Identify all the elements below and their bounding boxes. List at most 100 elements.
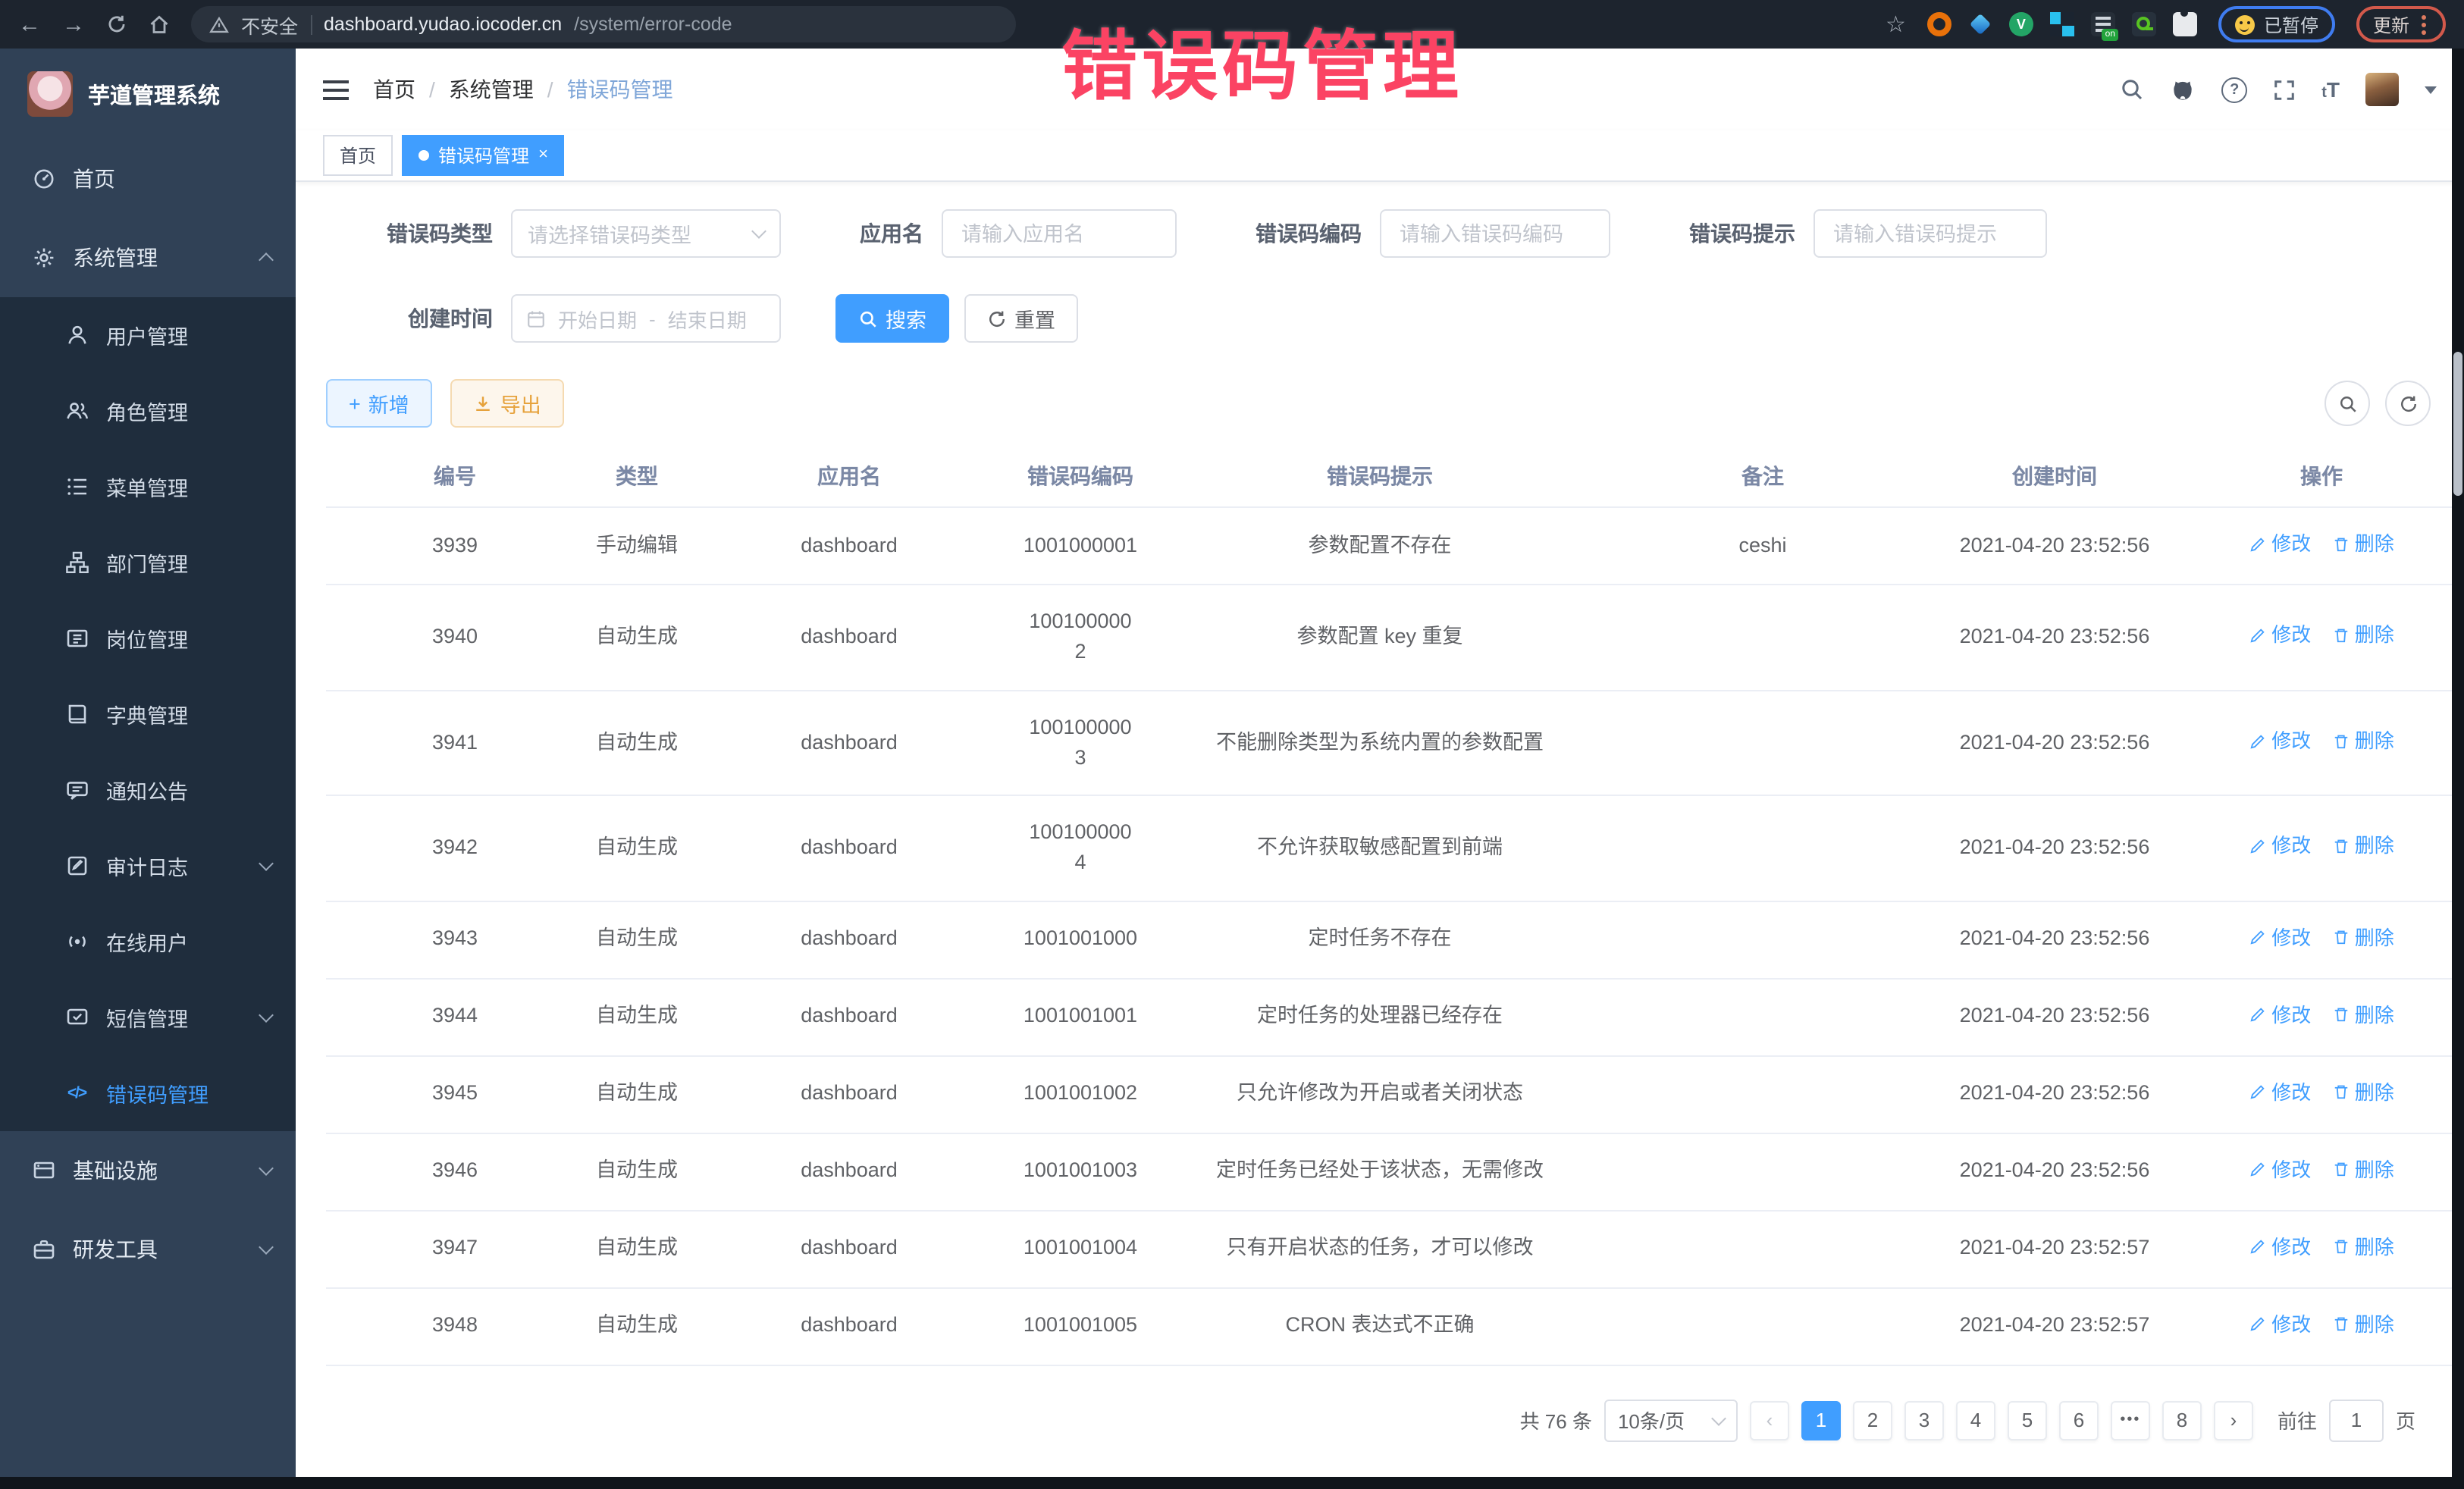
- next-page-button[interactable]: ›: [2214, 1400, 2253, 1440]
- reset-button[interactable]: 重置: [964, 294, 1078, 343]
- delete-link[interactable]: 删除: [2332, 726, 2394, 756]
- delete-link[interactable]: 删除: [2332, 529, 2394, 559]
- page-button[interactable]: 8: [2162, 1400, 2202, 1440]
- sidebar-item-online-users[interactable]: 在线用户: [0, 904, 296, 980]
- extension-icon[interactable]: on: [2091, 12, 2115, 36]
- sidebar-item-label: 部门管理: [106, 547, 188, 578]
- delete-link[interactable]: 删除: [2332, 923, 2394, 952]
- menu-dots-icon[interactable]: [2422, 22, 2426, 27]
- browser-update-button[interactable]: 更新: [2356, 6, 2446, 42]
- edit-link[interactable]: 修改: [2249, 1309, 2311, 1339]
- export-button[interactable]: 导出: [450, 379, 564, 428]
- bookmark-star-icon[interactable]: ☆: [1886, 11, 1906, 38]
- edit-link[interactable]: 修改: [2249, 1232, 2311, 1262]
- sidebar-item-departments[interactable]: 部门管理: [0, 525, 296, 600]
- edit-link[interactable]: 修改: [2249, 1000, 2311, 1030]
- sidebar-item-infrastructure[interactable]: 基础设施: [0, 1131, 296, 1210]
- help-icon[interactable]: ?: [2221, 77, 2247, 102]
- cell-msg: 不允许获取敏感配置到前端: [1152, 795, 1607, 901]
- edit-link[interactable]: 修改: [2249, 621, 2311, 650]
- breadcrumb-system[interactable]: 系统管理: [449, 74, 534, 105]
- breadcrumb-home[interactable]: 首页: [373, 74, 415, 105]
- back-icon[interactable]: ←: [18, 13, 41, 36]
- sidebar-item-label: 用户管理: [106, 320, 188, 350]
- extension-icon[interactable]: V: [2009, 12, 2033, 36]
- sidebar-item-error-code[interactable]: </> 错误码管理: [0, 1055, 296, 1131]
- extension-icon[interactable]: [1970, 14, 1991, 35]
- extensions-puzzle-icon[interactable]: [2173, 12, 2197, 36]
- delete-link[interactable]: 删除: [2332, 621, 2394, 650]
- scrollbar-thumb[interactable]: [2453, 352, 2462, 496]
- delete-link[interactable]: 删除: [2332, 832, 2394, 861]
- page-button[interactable]: 3: [1904, 1400, 1944, 1440]
- edit-link[interactable]: 修改: [2249, 529, 2311, 559]
- menu-list-icon: [64, 474, 89, 500]
- edit-link[interactable]: 修改: [2249, 832, 2311, 861]
- page-button[interactable]: 2: [1853, 1400, 1892, 1440]
- edit-link[interactable]: 修改: [2249, 1077, 2311, 1107]
- delete-link[interactable]: 删除: [2332, 1232, 2394, 1262]
- cell-actions: 修改 删除: [2191, 1133, 2452, 1210]
- more-pages-button[interactable]: •••: [2111, 1400, 2150, 1440]
- address-bar[interactable]: 不安全 dashboard.yudao.iocoder.cn/system/er…: [191, 6, 1016, 42]
- search-button[interactable]: 搜索: [835, 294, 949, 343]
- close-icon[interactable]: ×: [538, 147, 548, 164]
- toggle-search-button[interactable]: [2324, 381, 2370, 426]
- page-button[interactable]: 6: [2059, 1400, 2099, 1440]
- forward-icon[interactable]: →: [62, 13, 85, 36]
- sidebar-item-menus[interactable]: 菜单管理: [0, 449, 296, 525]
- extension-icon[interactable]: [2132, 12, 2156, 36]
- hamburger-icon[interactable]: [323, 80, 349, 99]
- sidebar-item-users[interactable]: 用户管理: [0, 297, 296, 373]
- delete-link[interactable]: 删除: [2332, 1077, 2394, 1107]
- page-button[interactable]: 4: [1956, 1400, 1995, 1440]
- page-size-select[interactable]: 10条/页: [1604, 1399, 1738, 1441]
- edit-link[interactable]: 修改: [2249, 726, 2311, 756]
- goto-page-input[interactable]: [2329, 1399, 2384, 1441]
- sidebar-item-dev-tools[interactable]: 研发工具: [0, 1210, 296, 1289]
- reload-icon[interactable]: [106, 14, 127, 35]
- chevron-down-icon[interactable]: [2425, 86, 2437, 93]
- cell-id: 3944: [326, 978, 584, 1055]
- add-button[interactable]: + 新增: [326, 379, 432, 428]
- fullscreen-icon[interactable]: [2273, 78, 2296, 101]
- book-icon: [64, 701, 89, 727]
- page-button[interactable]: 1: [1801, 1400, 1841, 1440]
- prev-page-button[interactable]: ‹: [1750, 1400, 1789, 1440]
- paused-extension-badge[interactable]: 已暂停: [2218, 6, 2335, 42]
- header-search-icon[interactable]: [2120, 77, 2144, 102]
- error-code-table: 编号 类型 应用名 错误码编码 错误码提示 备注 创建时间 操作 3939: [326, 446, 2452, 1365]
- sidebar-item-notices[interactable]: 通知公告: [0, 752, 296, 828]
- avatar[interactable]: [2365, 73, 2399, 106]
- refresh-table-button[interactable]: [2385, 381, 2431, 426]
- error-code-input[interactable]: [1397, 221, 1594, 246]
- error-msg-input[interactable]: [1830, 221, 2030, 246]
- sidebar-item-sms[interactable]: 短信管理: [0, 980, 296, 1055]
- sidebar-item-roles[interactable]: 角色管理: [0, 373, 296, 449]
- delete-link[interactable]: 删除: [2332, 1155, 2394, 1184]
- delete-link[interactable]: 删除: [2332, 1309, 2394, 1339]
- app-name-input[interactable]: [958, 221, 1160, 246]
- trash-icon: [2332, 1238, 2350, 1256]
- extension-icon[interactable]: [2050, 12, 2074, 36]
- github-icon[interactable]: [2170, 77, 2196, 102]
- tab-home[interactable]: 首页: [323, 135, 393, 176]
- tab-error-code[interactable]: 错误码管理 ×: [402, 135, 565, 176]
- sidebar-item-system[interactable]: 系统管理: [0, 218, 296, 297]
- sidebar-item-home[interactable]: 首页: [0, 139, 296, 218]
- create-time-label: 创建时间: [356, 303, 493, 334]
- sidebar-item-posts[interactable]: 岗位管理: [0, 600, 296, 676]
- edit-link[interactable]: 修改: [2249, 923, 2311, 952]
- extension-icon[interactable]: [1927, 12, 1951, 36]
- security-label[interactable]: 不安全: [241, 10, 298, 39]
- date-range-picker[interactable]: 开始日期 - 结束日期: [511, 294, 781, 343]
- edit-link[interactable]: 修改: [2249, 1155, 2311, 1184]
- vertical-scrollbar[interactable]: [2452, 49, 2464, 1477]
- error-type-select[interactable]: 请选择错误码类型: [511, 209, 781, 258]
- font-size-icon[interactable]: tT: [2321, 77, 2340, 102]
- sidebar-item-audit-log[interactable]: 审计日志: [0, 828, 296, 904]
- delete-link[interactable]: 删除: [2332, 1000, 2394, 1030]
- home-icon[interactable]: [149, 14, 170, 35]
- sidebar-item-dictionary[interactable]: 字典管理: [0, 676, 296, 752]
- page-button[interactable]: 5: [2008, 1400, 2047, 1440]
